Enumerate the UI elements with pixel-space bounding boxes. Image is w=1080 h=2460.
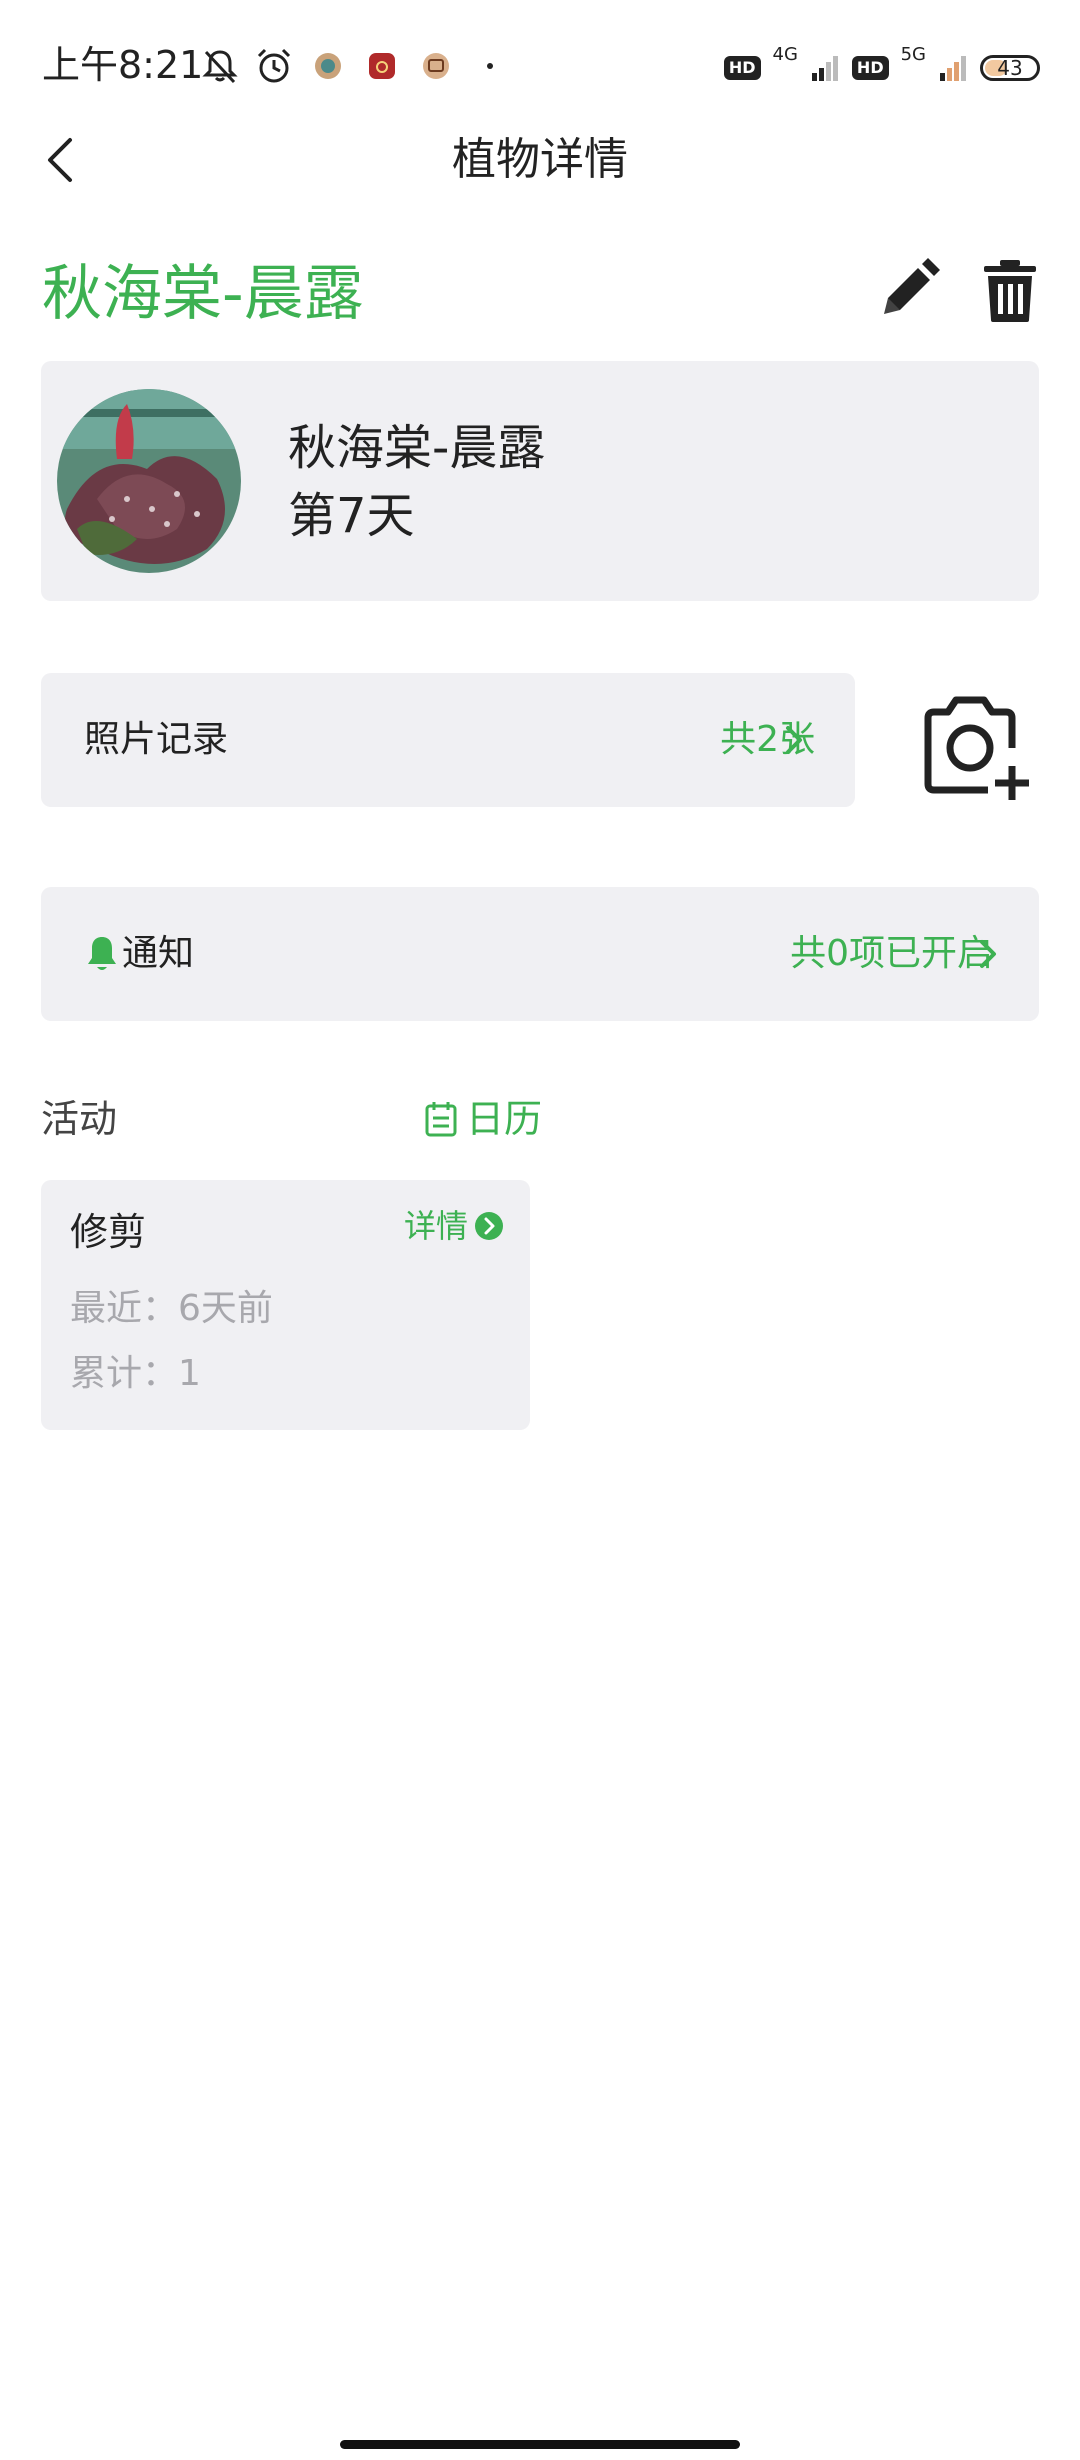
plant-card-name: 秋海棠-晨露 (288, 420, 546, 476)
mute-bell-icon (202, 50, 238, 84)
app-notification-icon (369, 53, 395, 79)
activity-detail-label: 详情 (404, 1207, 469, 1245)
chevron-right-icon (786, 726, 802, 754)
chevron-right-icon (980, 940, 996, 968)
network-type-label: 5G (900, 44, 926, 65)
status-right-icons: HD 4G HD 5G 43 (723, 44, 1040, 88)
bell-icon (88, 937, 116, 970)
home-indicator[interactable] (340, 2440, 740, 2449)
activity-title: 修剪 (70, 1210, 147, 1254)
back-arrow-icon[interactable] (36, 130, 86, 190)
plant-card-days: 第7天 (288, 488, 415, 544)
notification-label: 通知 (122, 933, 195, 974)
status-notification-icons (200, 44, 510, 88)
battery-icon: 43 (980, 55, 1040, 81)
signal-icon (940, 56, 966, 81)
plant-avatar[interactable] (57, 389, 241, 573)
signal-icon (811, 56, 838, 81)
hd-badge: HD (851, 56, 889, 80)
calendar-label: 日历 (466, 1097, 543, 1141)
activity-recent: 最近：6天前 (70, 1288, 273, 1329)
plant-photo-image (57, 389, 241, 573)
app-notification-icon (423, 53, 449, 79)
more-dot-icon (487, 63, 493, 69)
notification-status: 共0项已开启 (790, 933, 993, 974)
calendar-icon (425, 1102, 457, 1137)
app-notification-icon (315, 53, 341, 79)
page-title: 植物详情 (452, 134, 628, 185)
calendar-link[interactable]: 日历 (424, 1092, 542, 1146)
photo-record-label: 照片记录 (84, 719, 229, 760)
network-type-label: 4G (772, 44, 798, 65)
hd-badge: HD (723, 56, 761, 80)
activity-total: 累计：1 (70, 1353, 201, 1394)
battery-level: 43 (997, 56, 1023, 80)
activity-heading: 活动 (41, 1097, 118, 1141)
camera-add-icon[interactable] (918, 688, 1038, 804)
chevron-circle-right-icon (475, 1212, 504, 1240)
alarm-clock-icon (257, 48, 291, 83)
edit-pencil-icon[interactable] (878, 258, 940, 320)
activity-detail-link[interactable]: 详情 (404, 1204, 504, 1248)
plant-name-heading: 秋海棠-晨露 (42, 259, 364, 329)
status-time: 上午8:21 (42, 43, 204, 87)
trash-icon[interactable] (982, 258, 1038, 324)
